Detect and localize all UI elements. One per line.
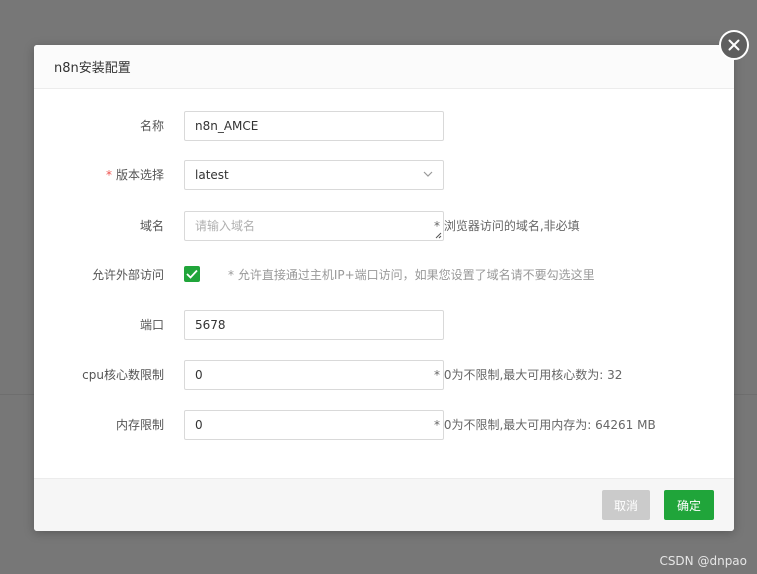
check-icon [186,269,198,279]
dialog-title: n8n安装配置 [54,61,131,76]
domain-textarea[interactable]: 请输入域名 [184,211,444,241]
required-mark: * [105,168,112,182]
cancel-button[interactable]: 取消 [602,490,650,520]
domain-row: 域名 请输入域名 * 浏览器访问的域名,非必填 [34,211,734,241]
external-access-checkbox[interactable] [184,266,200,282]
version-label-text: 版本选择 [115,168,164,182]
close-button[interactable] [719,30,749,60]
domain-placeholder: 请输入域名 [195,219,256,233]
version-select[interactable]: latest [184,160,444,190]
external-access-label: 允许外部访问 [91,268,164,282]
chevron-down-icon [423,171,433,177]
memory-hint: * 0为不限制,最大可用内存为: 64261 MB [434,418,656,432]
memory-row: 内存限制 0 * 0为不限制,最大可用内存为: 64261 MB [34,410,734,440]
port-input[interactable]: 5678 [184,310,444,340]
dialog-footer: 取消 确定 [34,478,734,531]
name-row: 名称 n8n_AMCE [34,111,734,141]
close-icon [728,39,740,51]
memory-label: 内存限制 [115,418,164,432]
cpu-row: cpu核心数限制 0 * 0为不限制,最大可用核心数为: 32 [34,360,734,390]
cpu-label: cpu核心数限制 [82,368,164,382]
confirm-button[interactable]: 确定 [664,490,714,520]
version-row: * 版本选择 latest [34,160,734,190]
cpu-hint: * 0为不限制,最大可用核心数为: 32 [434,368,623,382]
domain-hint: * 浏览器访问的域名,非必填 [434,219,580,233]
cpu-input[interactable]: 0 [184,360,444,390]
external-access-row: 允许外部访问 * 允许直接通过主机IP+端口访问，如果您设置了域名请不要勾选这里 [34,260,734,290]
version-label: * 版本选择 [34,160,164,190]
watermark: CSDN @dnpao [659,554,747,568]
version-select-value: latest [195,168,229,182]
dialog-header: n8n安装配置 [34,45,734,89]
port-row: 端口 5678 [34,310,734,340]
install-config-dialog: n8n安装配置 名称 n8n_AMCE * 版本选择 latest 域名 请输入域… [34,45,734,531]
external-access-hint: * 允许直接通过主机IP+端口访问，如果您设置了域名请不要勾选这里 [228,268,595,282]
memory-input[interactable]: 0 [184,410,444,440]
name-input[interactable]: n8n_AMCE [184,111,444,141]
domain-label: 域名 [139,219,164,233]
name-label: 名称 [139,119,164,133]
port-label: 端口 [139,318,164,332]
